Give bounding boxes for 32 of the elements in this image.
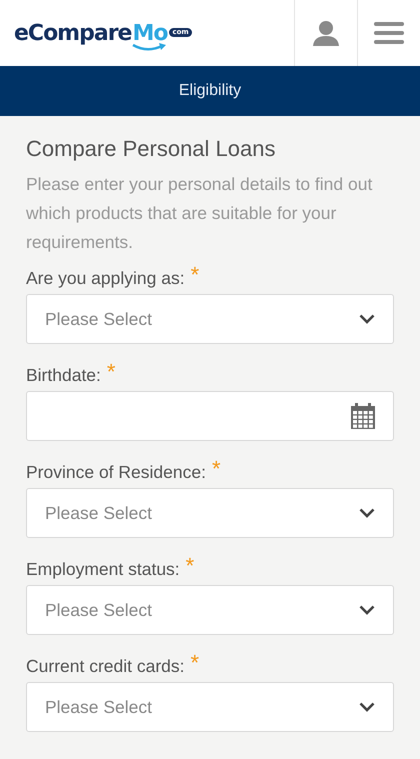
required-mark: * [186, 556, 194, 576]
select-placeholder: Please Select [45, 308, 152, 330]
menu-icon [374, 22, 404, 44]
field-label: Current credit cards: [26, 655, 185, 678]
select-field[interactable]: Please Select [26, 682, 394, 732]
field-label: Province of Residence: [26, 461, 206, 484]
field-label: Birthdate: [26, 364, 101, 387]
required-mark: * [212, 459, 221, 479]
chevron-down-icon [359, 605, 375, 615]
select-field[interactable]: Please Select [26, 294, 394, 344]
field-label: Are you applying as: [26, 267, 185, 290]
form-description: Please enter your personal details to find out which products that are suitable for your requirements. [26, 173, 374, 254]
logo-text: eCompare [14, 22, 132, 46]
date-field[interactable] [26, 391, 394, 441]
required-mark: * [190, 653, 200, 673]
required-mark: * [106, 362, 116, 382]
chevron-down-icon [359, 314, 375, 324]
person-icon [312, 19, 340, 47]
smile-arrow-icon [131, 43, 168, 52]
form-title: Compare Personal Loans [26, 135, 276, 163]
select-placeholder: Please Select [45, 600, 152, 620]
field-label: Employment status: [26, 558, 180, 581]
select-field[interactable]: Please Select [26, 488, 394, 538]
chevron-down-icon [359, 702, 375, 712]
select-placeholder: Please Select [45, 502, 152, 524]
logo-accent-text: Mo [132, 22, 168, 46]
calendar-icon [351, 403, 375, 429]
required-mark: * [190, 265, 200, 285]
select-placeholder: Please Select [45, 696, 152, 718]
chevron-down-icon [359, 508, 375, 518]
select-field[interactable]: Please Select [26, 585, 394, 635]
nav-title: Eligibility [178, 82, 242, 100]
